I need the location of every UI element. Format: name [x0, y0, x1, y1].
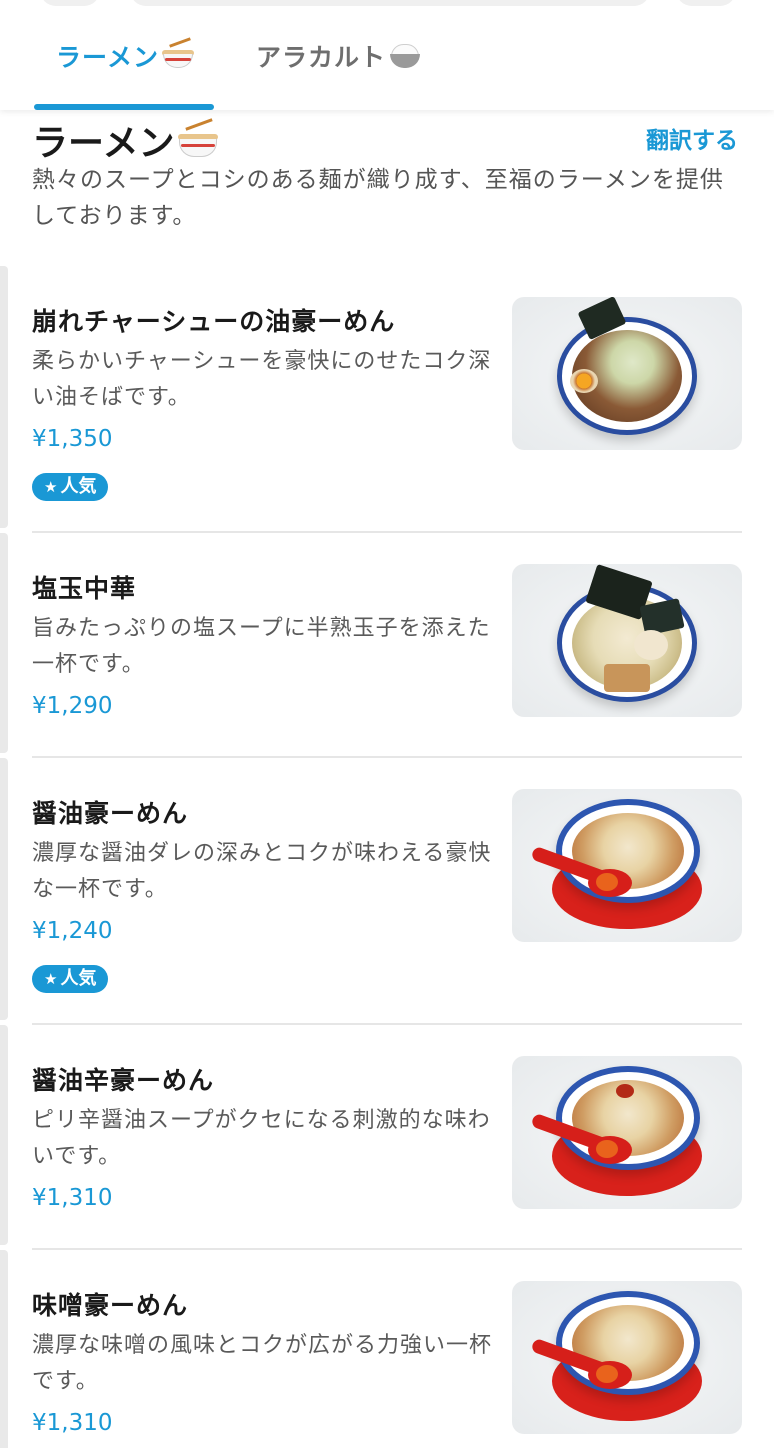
dry-ramen-photo[interactable] [512, 297, 742, 450]
menu-list: 崩れチャーシューの油豪ーめん 柔らかいチャーシューを豪快にのせたコク深い油そばで… [0, 266, 774, 1448]
ramen-bowl-icon [177, 118, 219, 161]
active-tab-indicator [34, 104, 214, 110]
badge-label: 人気 [60, 968, 97, 989]
translate-button[interactable]: 翻訳する [646, 121, 738, 155]
item-description: 濃厚な醤油ダレの深みとコクが味わえる豪快な一杯です。 [32, 841, 492, 902]
menu-item[interactable]: 塩玉中華 旨みたっぷりの塩スープに半熟玉子を添えた一杯です。 ¥1,290 [0, 533, 774, 758]
back-button[interactable] [40, 0, 100, 6]
ramen-bowl-icon [161, 37, 195, 71]
menu-item[interactable]: 醤油辛豪ーめん ピリ辛醤油スープがクセになる刺激的な味わいです。 ¥1,310 [0, 1025, 774, 1250]
menu-item[interactable]: 味噌豪ーめん 濃厚な味噌の風味とコクが広がる力強い一杯です。 ¥1,310 [0, 1250, 774, 1448]
search-bar[interactable] [130, 0, 650, 6]
item-price: ¥1,350 [32, 426, 113, 452]
item-price: ¥1,290 [32, 693, 113, 719]
popular-badge: ★ 人気 [32, 473, 109, 501]
category-tab-bar: ラーメン アラカルト [0, 0, 774, 110]
shoyu-ramen-photo[interactable] [512, 789, 742, 942]
menu-item[interactable]: 崩れチャーシューの油豪ーめん 柔らかいチャーシューを豪快にのせたコク深い油そばで… [0, 266, 774, 533]
item-description: 濃厚な味噌の風味とコクが広がる力強い一杯です。 [32, 1333, 493, 1394]
menu-button[interactable] [676, 0, 736, 6]
tab-a-la-carte[interactable]: アラカルト [256, 38, 422, 74]
item-description: 柔らかいチャーシューを豪快にのせたコク深い油そばです。 [32, 349, 492, 410]
item-accent-bar [0, 1250, 8, 1448]
spicy-shoyu-ramen-photo[interactable] [512, 1056, 742, 1209]
item-name: 崩れチャーシューの油豪ーめん [32, 307, 396, 336]
popular-badge: ★ 人気 [32, 965, 109, 993]
section-title: ラーメン [32, 114, 219, 166]
tab-a-la-carte-label: アラカルト [256, 43, 387, 72]
item-accent-bar [0, 758, 8, 1020]
item-accent-bar [0, 266, 8, 528]
menu-item[interactable]: 醤油豪ーめん 濃厚な醤油ダレの深みとコクが味わえる豪快な一杯です。 ¥1,240… [0, 758, 774, 1025]
item-name: 塩玉中華 [32, 574, 137, 603]
tab-ramen-label: ラーメン [56, 43, 160, 72]
star-icon: ★ [44, 478, 58, 496]
tab-ramen[interactable]: ラーメン [56, 37, 195, 74]
item-name: 味噌豪ーめん [32, 1291, 189, 1320]
item-price: ¥1,310 [32, 1185, 113, 1211]
item-description: ピリ辛醤油スープがクセになる刺激的な味わいです。 [32, 1108, 491, 1169]
item-accent-bar [0, 533, 8, 753]
item-name: 醤油豪ーめん [32, 799, 189, 828]
item-price: ¥1,310 [32, 1410, 113, 1436]
section-description: 熱々のスープとコシのある麺が織り成す、至福のラーメンを提供しております。 [32, 167, 724, 229]
miso-ramen-photo[interactable] [512, 1281, 742, 1434]
item-accent-bar [0, 1025, 8, 1245]
item-description: 旨みたっぷりの塩スープに半熟玉子を添えた一杯です。 [32, 616, 491, 677]
badge-label: 人気 [60, 476, 97, 497]
rice-bowl-icon [388, 41, 422, 71]
salt-ramen-photo[interactable] [512, 564, 742, 717]
star-icon: ★ [44, 970, 58, 988]
item-name: 醤油辛豪ーめん [32, 1066, 215, 1095]
item-price: ¥1,240 [32, 918, 113, 944]
section-title-text: ラーメン [32, 123, 175, 164]
